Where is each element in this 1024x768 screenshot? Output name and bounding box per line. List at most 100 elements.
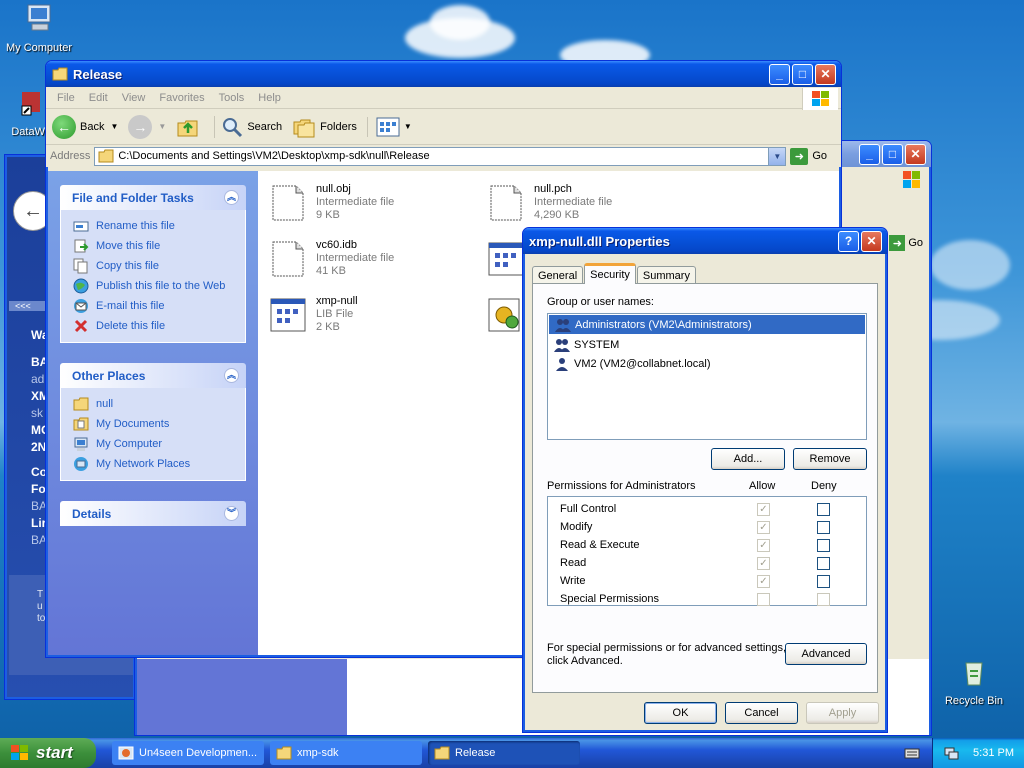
user-list[interactable]: Administrators (VM2\Administrators) SYST… bbox=[547, 313, 867, 440]
perm-row-full-control: Full Control bbox=[560, 503, 617, 515]
task-delete-file[interactable]: Delete this file bbox=[73, 316, 245, 336]
file-item-null-obj[interactable]: null.obj Intermediate file 9 KB bbox=[268, 183, 394, 223]
tab-security[interactable]: Security bbox=[584, 263, 636, 284]
menu-file[interactable]: File bbox=[50, 92, 82, 104]
application-file-icon bbox=[270, 298, 306, 332]
task-email-file[interactable]: E-mail this file bbox=[73, 296, 245, 316]
group-names-label: Group or user names: bbox=[547, 296, 654, 308]
up-folder-button[interactable] bbox=[176, 115, 204, 139]
dll-file-icon bbox=[488, 298, 520, 332]
deny-checkbox[interactable] bbox=[817, 521, 830, 534]
tab-general[interactable]: General bbox=[532, 266, 584, 284]
dialog-titlebar[interactable]: xmp-null.dll Properties ? ✕ bbox=[523, 228, 887, 254]
perm-row-special: Special Permissions bbox=[560, 593, 660, 605]
allow-checkbox[interactable] bbox=[757, 593, 770, 606]
collapse-chevron-icon[interactable]: ︽ bbox=[224, 368, 239, 383]
folders-button[interactable]: Folders bbox=[292, 116, 357, 138]
deny-checkbox[interactable] bbox=[817, 503, 830, 516]
taskbar-item-xmp-sdk[interactable]: xmp-sdk bbox=[270, 741, 422, 765]
shortcut-icon bbox=[21, 92, 40, 116]
menu-tools[interactable]: Tools bbox=[212, 92, 252, 104]
place-my-computer[interactable]: My Computer bbox=[73, 434, 245, 454]
copy-icon bbox=[73, 258, 88, 274]
desktop-icon-recycle-bin[interactable]: Recycle Bin bbox=[937, 655, 1011, 707]
user-row-system[interactable]: SYSTEM bbox=[548, 335, 866, 354]
allow-checkbox[interactable]: ✓ bbox=[757, 575, 770, 588]
back-button[interactable]: ← Back ▼ bbox=[52, 114, 119, 139]
desktop-icon-my-computer[interactable]: My Computer bbox=[2, 2, 76, 54]
allow-checkbox[interactable]: ✓ bbox=[757, 521, 770, 534]
start-button[interactable]: start bbox=[0, 738, 96, 768]
file-item-xmp-null-lib[interactable]: xmp-null LIB File 2 KB bbox=[268, 295, 358, 335]
go-button[interactable]: ➜ Go bbox=[790, 147, 827, 165]
task-publish-web[interactable]: Publish this file to the Web bbox=[73, 276, 245, 296]
details-header[interactable]: Details ︾ bbox=[60, 501, 246, 526]
deny-checkbox[interactable] bbox=[817, 557, 830, 570]
chevron-down-icon: ▼ bbox=[110, 122, 119, 131]
address-dropdown-button[interactable]: ▼ bbox=[768, 147, 786, 165]
allow-checkbox[interactable]: ✓ bbox=[757, 503, 770, 516]
folder-icon bbox=[98, 149, 114, 163]
desktop-icon-label: My Computer bbox=[5, 42, 73, 54]
help-button[interactable]: ? bbox=[838, 230, 859, 252]
deny-checkbox[interactable] bbox=[817, 575, 830, 588]
task-move-file[interactable]: Move this file bbox=[73, 236, 245, 256]
maximize-button[interactable]: □ bbox=[792, 63, 813, 85]
place-null[interactable]: null bbox=[73, 394, 245, 414]
user-row-administrators[interactable]: Administrators (VM2\Administrators) bbox=[549, 315, 865, 334]
advanced-button[interactable]: Advanced bbox=[785, 643, 867, 665]
forward-button[interactable]: → ▼ bbox=[128, 114, 166, 139]
folder-icon bbox=[73, 397, 89, 411]
task-copy-file[interactable]: Copy this file bbox=[73, 256, 245, 276]
apply-button[interactable]: Apply bbox=[806, 702, 879, 724]
search-button[interactable]: Search bbox=[214, 115, 282, 138]
go-button[interactable]: ➜ Go bbox=[889, 235, 923, 251]
user-icon bbox=[556, 357, 568, 371]
maximize-button[interactable]: □ bbox=[882, 143, 903, 165]
network-tray-icon[interactable] bbox=[943, 745, 959, 761]
minimize-button[interactable]: _ bbox=[859, 143, 880, 165]
clock[interactable]: 5:31 PM bbox=[973, 747, 1014, 759]
file-item-vc60-idb[interactable]: vc60.idb Intermediate file 41 KB bbox=[268, 239, 394, 279]
menu-favorites[interactable]: Favorites bbox=[152, 92, 211, 104]
user-row-vm2[interactable]: VM2 (VM2@collabnet.local) bbox=[548, 354, 866, 373]
place-my-documents[interactable]: My Documents bbox=[73, 414, 245, 434]
deny-checkbox[interactable] bbox=[817, 593, 830, 606]
file-folder-tasks-header[interactable]: File and Folder Tasks ︽ bbox=[60, 185, 246, 210]
search-icon bbox=[223, 117, 243, 137]
tab-summary[interactable]: Summary bbox=[636, 266, 696, 284]
close-button[interactable]: ✕ bbox=[861, 230, 882, 252]
collapse-chevron-icon[interactable]: ︽ bbox=[224, 190, 239, 205]
task-rename-file[interactable]: Rename this file bbox=[73, 216, 245, 236]
allow-checkbox[interactable]: ✓ bbox=[757, 539, 770, 552]
network-icon bbox=[74, 457, 88, 471]
menu-view[interactable]: View bbox=[115, 92, 153, 104]
deny-checkbox[interactable] bbox=[817, 539, 830, 552]
file-folder-tasks-panel: File and Folder Tasks ︽ Rename this file… bbox=[60, 185, 246, 343]
explorer-titlebar[interactable]: Release _ □ ✕ bbox=[46, 61, 841, 87]
security-tab-panel: Group or user names: Administrators (VM2… bbox=[532, 283, 878, 693]
place-my-network[interactable]: My Network Places bbox=[73, 454, 245, 474]
close-button[interactable]: ✕ bbox=[815, 63, 836, 85]
ok-button[interactable]: OK bbox=[644, 702, 717, 724]
other-places-header[interactable]: Other Places ︽ bbox=[60, 363, 246, 388]
add-user-button[interactable]: Add... bbox=[711, 448, 785, 470]
properties-dialog[interactable]: xmp-null.dll Properties ? ✕ General Secu… bbox=[522, 227, 888, 733]
remove-user-button[interactable]: Remove bbox=[793, 448, 867, 470]
cancel-button[interactable]: Cancel bbox=[725, 702, 798, 724]
expand-chevron-icon[interactable]: ︾ bbox=[224, 506, 239, 521]
menu-edit[interactable]: Edit bbox=[82, 92, 115, 104]
allow-checkbox[interactable]: ✓ bbox=[757, 557, 770, 570]
menu-help[interactable]: Help bbox=[251, 92, 288, 104]
address-input[interactable]: C:\Documents and Settings\VM2\Desktop\xm… bbox=[94, 146, 787, 166]
taskbar: start Un4seen Developmen... xmp-sdk Rele… bbox=[0, 738, 1024, 768]
close-button[interactable]: ✕ bbox=[905, 143, 926, 165]
minimize-button[interactable]: _ bbox=[769, 63, 790, 85]
standard-toolbar: ← Back ▼ → ▼ Search Folders ▼ bbox=[46, 109, 841, 145]
file-item-null-pch[interactable]: null.pch Intermediate file 4,290 KB bbox=[486, 183, 612, 223]
keyboard-icon[interactable] bbox=[904, 746, 920, 760]
taskbar-item-release[interactable]: Release bbox=[428, 741, 580, 765]
taskbar-item-un4seen[interactable]: Un4seen Developmen... bbox=[112, 741, 264, 765]
views-button[interactable]: ▼ bbox=[366, 116, 412, 137]
window-title: Release bbox=[73, 66, 123, 82]
